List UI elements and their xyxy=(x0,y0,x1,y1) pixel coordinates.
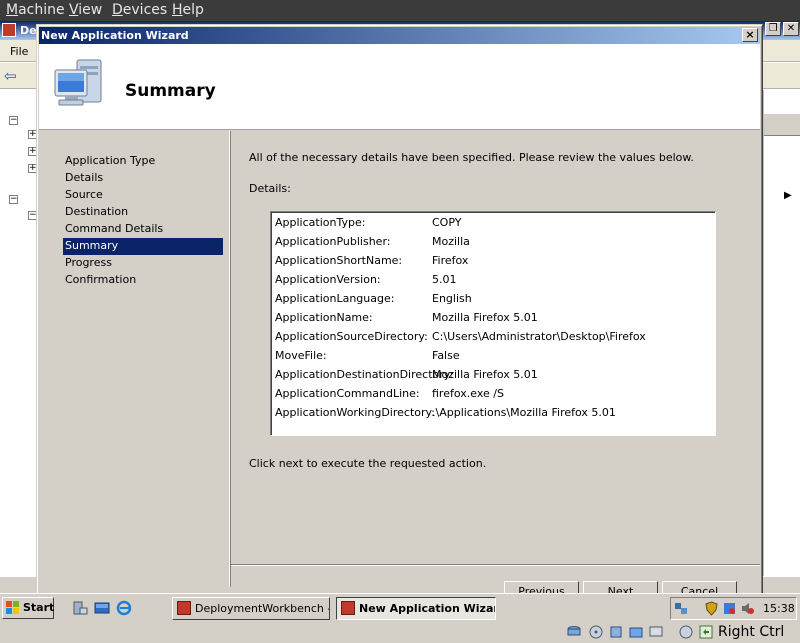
bg-window-title: De xyxy=(20,24,37,37)
vbox-statusbar: Right Ctrl xyxy=(0,622,800,643)
detail-value: firefox.exe /S xyxy=(432,387,504,400)
detail-value: False xyxy=(432,349,460,362)
detail-key: ApplicationPublisher: xyxy=(275,235,391,248)
wizard-header: Summary xyxy=(39,44,760,130)
show-desktop-icon[interactable] xyxy=(94,600,110,616)
shield-icon[interactable] xyxy=(704,601,719,616)
task-new-application-wizard[interactable]: New Application Wizard xyxy=(336,597,496,620)
step-command-details[interactable]: Command Details xyxy=(63,221,223,238)
host-key-arrow-icon[interactable] xyxy=(698,624,714,640)
footer-separator xyxy=(231,564,760,566)
menu-devices[interactable]: Devices xyxy=(112,2,167,18)
detail-value: C:\Users\Administrator\Desktop\Firefox xyxy=(432,330,646,343)
clock[interactable]: 15:38 xyxy=(763,602,795,615)
mouse-integration-icon[interactable] xyxy=(678,624,694,640)
menu-help[interactable]: Help xyxy=(172,2,204,18)
server-manager-icon[interactable] xyxy=(72,600,88,616)
usb-icon[interactable] xyxy=(608,624,624,640)
detail-value: COPY xyxy=(432,216,462,229)
detail-key: ApplicationCommandLine: xyxy=(275,387,420,400)
detail-key: ApplicationLanguage: xyxy=(275,292,395,305)
shared-folder-icon[interactable] xyxy=(628,624,644,640)
bg-window-controls: ❐ ✕ xyxy=(765,21,800,40)
next-hint: Click next to execute the requested acti… xyxy=(249,457,487,470)
detail-value: Mozilla Firefox 5.01 xyxy=(432,311,538,324)
close-button[interactable]: ✕ xyxy=(783,22,799,36)
intro-text: All of the necessary details have been s… xyxy=(249,151,694,164)
step-application-type[interactable]: Application Type xyxy=(63,153,223,170)
workbench-icon xyxy=(2,23,16,37)
page-title: Summary xyxy=(125,81,216,101)
wizard-titlebar[interactable]: New Application Wizard × xyxy=(39,27,760,44)
detail-key: ApplicationDestinationDirectory: xyxy=(275,368,454,381)
new-application-wizard: New Application Wizard × Summary Applica… xyxy=(36,24,763,604)
volume-muted-icon[interactable] xyxy=(740,601,755,616)
details-list[interactable]: ApplicationType: COPY ApplicationPublishe… xyxy=(270,211,716,436)
detail-key: ApplicationWorkingDirectory: xyxy=(275,406,435,419)
wizard-title: New Application Wizard xyxy=(41,29,189,42)
start-button[interactable]: Start xyxy=(2,597,54,619)
detail-value: .\Applications\Mozilla Firefox 5.01 xyxy=(432,406,616,419)
detail-value: 5.01 xyxy=(432,273,457,286)
detail-key: ApplicationType: xyxy=(275,216,366,229)
workbench-icon xyxy=(341,601,355,615)
wizard-close-button[interactable]: × xyxy=(742,28,758,42)
detail-key: ApplicationSourceDirectory: xyxy=(275,330,428,343)
detail-key: ApplicationVersion: xyxy=(275,273,381,286)
menu-view[interactable]: View xyxy=(69,2,102,18)
details-label: Details: xyxy=(249,182,291,195)
detail-key: ApplicationName: xyxy=(275,311,373,324)
vbox-menubar: Machine View Devices Help xyxy=(0,0,800,21)
step-details[interactable]: Details xyxy=(63,170,223,187)
step-destination[interactable]: Destination xyxy=(63,204,223,221)
tree-expander[interactable]: − xyxy=(9,116,18,125)
task-deploymentworkbench[interactable]: DeploymentWorkbench -... xyxy=(172,597,330,620)
taskbar: Start DeploymentWorkbench -... New Appli… xyxy=(0,593,800,622)
optical-drive-icon[interactable] xyxy=(588,624,604,640)
back-arrow-icon[interactable]: ⇦ xyxy=(4,68,20,84)
detail-value: Mozilla xyxy=(432,235,470,248)
wizard-content: All of the necessary details have been s… xyxy=(231,131,760,564)
display-icon[interactable] xyxy=(648,624,664,640)
chevron-right-icon[interactable]: ▶ xyxy=(784,190,792,201)
windows-flag-icon xyxy=(6,601,19,614)
action-center-icon[interactable] xyxy=(722,601,737,616)
restore-button[interactable]: ❐ xyxy=(765,22,781,36)
actions-header xyxy=(764,114,800,136)
internet-explorer-icon[interactable] xyxy=(116,600,132,616)
network-icon[interactable] xyxy=(674,601,689,616)
menu-machine[interactable]: Machine xyxy=(6,2,65,18)
actions-pane: ▶ xyxy=(763,90,800,590)
detail-key: ApplicationShortName: xyxy=(275,254,403,267)
detail-key: MoveFile: xyxy=(275,349,327,362)
detail-value: Firefox xyxy=(432,254,469,267)
console-tree: − + + + − − xyxy=(0,90,37,590)
host-key-label: Right Ctrl xyxy=(718,624,785,640)
step-source[interactable]: Source xyxy=(63,187,223,204)
hard-disk-icon[interactable] xyxy=(566,624,582,640)
computer-icon xyxy=(54,59,102,106)
system-tray: 15:38 xyxy=(670,597,797,620)
task-label: DeploymentWorkbench -... xyxy=(195,602,330,615)
step-confirmation[interactable]: Confirmation xyxy=(63,272,223,289)
workbench-icon xyxy=(177,601,191,615)
detail-value: English xyxy=(432,292,472,305)
task-label: New Application Wizard xyxy=(359,602,496,615)
wizard-steps: Application Type Details Source Destinat… xyxy=(39,131,230,587)
step-summary[interactable]: Summary xyxy=(63,238,223,255)
start-label: Start xyxy=(23,601,55,614)
menu-file[interactable]: File xyxy=(10,45,28,58)
tree-expander[interactable]: − xyxy=(9,195,18,204)
detail-value: Mozilla Firefox 5.01 xyxy=(432,368,538,381)
step-progress[interactable]: Progress xyxy=(63,255,223,272)
